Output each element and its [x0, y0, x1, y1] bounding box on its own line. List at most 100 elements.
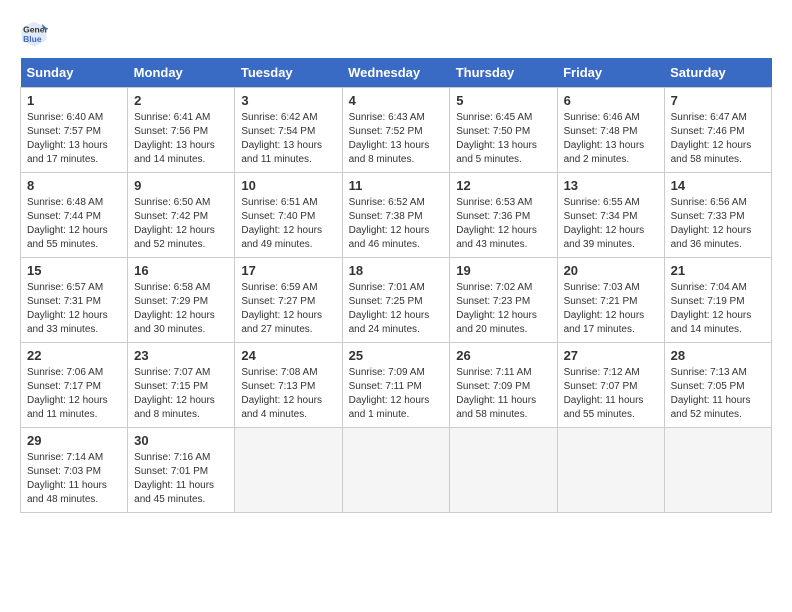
calendar-table: SundayMondayTuesdayWednesdayThursdayFrid… — [20, 58, 772, 513]
calendar-cell: 6 Sunrise: 6:46 AM Sunset: 7:48 PM Dayli… — [557, 88, 664, 173]
day-number: 11 — [349, 178, 444, 193]
day-info: Sunrise: 6:55 AM Sunset: 7:34 PM Dayligh… — [564, 196, 658, 252]
page-header: General Blue — [20, 20, 772, 48]
day-info: Sunrise: 6:41 AM Sunset: 7:56 PM Dayligh… — [134, 111, 228, 167]
calendar-week-4: 22 Sunrise: 7:06 AM Sunset: 7:17 PM Dayl… — [21, 343, 772, 428]
calendar-cell: 11 Sunrise: 6:52 AM Sunset: 7:38 PM Dayl… — [342, 173, 450, 258]
day-info: Sunrise: 6:46 AM Sunset: 7:48 PM Dayligh… — [564, 111, 658, 167]
day-number: 25 — [349, 348, 444, 363]
calendar-cell: 2 Sunrise: 6:41 AM Sunset: 7:56 PM Dayli… — [128, 88, 235, 173]
day-info: Sunrise: 6:50 AM Sunset: 7:42 PM Dayligh… — [134, 196, 228, 252]
day-number: 6 — [564, 93, 658, 108]
calendar-cell: 29 Sunrise: 7:14 AM Sunset: 7:03 PM Dayl… — [21, 428, 128, 513]
day-number: 1 — [27, 93, 121, 108]
day-number: 17 — [241, 263, 335, 278]
day-info: Sunrise: 7:02 AM Sunset: 7:23 PM Dayligh… — [456, 281, 550, 337]
day-info: Sunrise: 6:52 AM Sunset: 7:38 PM Dayligh… — [349, 196, 444, 252]
day-info: Sunrise: 6:56 AM Sunset: 7:33 PM Dayligh… — [671, 196, 765, 252]
calendar-cell: 21 Sunrise: 7:04 AM Sunset: 7:19 PM Dayl… — [664, 258, 771, 343]
calendar-week-3: 15 Sunrise: 6:57 AM Sunset: 7:31 PM Dayl… — [21, 258, 772, 343]
calendar-week-1: 1 Sunrise: 6:40 AM Sunset: 7:57 PM Dayli… — [21, 88, 772, 173]
calendar-cell: 7 Sunrise: 6:47 AM Sunset: 7:46 PM Dayli… — [664, 88, 771, 173]
day-info: Sunrise: 7:14 AM Sunset: 7:03 PM Dayligh… — [27, 451, 121, 507]
day-number: 29 — [27, 433, 121, 448]
logo: General Blue — [20, 20, 52, 48]
day-info: Sunrise: 6:58 AM Sunset: 7:29 PM Dayligh… — [134, 281, 228, 337]
day-number: 19 — [456, 263, 550, 278]
day-info: Sunrise: 7:01 AM Sunset: 7:25 PM Dayligh… — [349, 281, 444, 337]
calendar-cell: 15 Sunrise: 6:57 AM Sunset: 7:31 PM Dayl… — [21, 258, 128, 343]
day-info: Sunrise: 6:59 AM Sunset: 7:27 PM Dayligh… — [241, 281, 335, 337]
day-info: Sunrise: 7:06 AM Sunset: 7:17 PM Dayligh… — [27, 366, 121, 422]
calendar-cell: 27 Sunrise: 7:12 AM Sunset: 7:07 PM Dayl… — [557, 343, 664, 428]
day-number: 5 — [456, 93, 550, 108]
calendar-cell: 4 Sunrise: 6:43 AM Sunset: 7:52 PM Dayli… — [342, 88, 450, 173]
weekday-tuesday: Tuesday — [235, 58, 342, 88]
calendar-cell: 16 Sunrise: 6:58 AM Sunset: 7:29 PM Dayl… — [128, 258, 235, 343]
day-number: 7 — [671, 93, 765, 108]
calendar-cell: 22 Sunrise: 7:06 AM Sunset: 7:17 PM Dayl… — [21, 343, 128, 428]
day-number: 8 — [27, 178, 121, 193]
day-info: Sunrise: 6:48 AM Sunset: 7:44 PM Dayligh… — [27, 196, 121, 252]
calendar-cell: 19 Sunrise: 7:02 AM Sunset: 7:23 PM Dayl… — [450, 258, 557, 343]
calendar-cell — [664, 428, 771, 513]
day-info: Sunrise: 6:53 AM Sunset: 7:36 PM Dayligh… — [456, 196, 550, 252]
day-number: 27 — [564, 348, 658, 363]
calendar-cell: 10 Sunrise: 6:51 AM Sunset: 7:40 PM Dayl… — [235, 173, 342, 258]
day-info: Sunrise: 6:51 AM Sunset: 7:40 PM Dayligh… — [241, 196, 335, 252]
day-info: Sunrise: 6:40 AM Sunset: 7:57 PM Dayligh… — [27, 111, 121, 167]
day-info: Sunrise: 6:45 AM Sunset: 7:50 PM Dayligh… — [456, 111, 550, 167]
calendar-cell: 30 Sunrise: 7:16 AM Sunset: 7:01 PM Dayl… — [128, 428, 235, 513]
calendar-cell: 5 Sunrise: 6:45 AM Sunset: 7:50 PM Dayli… — [450, 88, 557, 173]
weekday-friday: Friday — [557, 58, 664, 88]
calendar-cell — [557, 428, 664, 513]
day-info: Sunrise: 6:47 AM Sunset: 7:46 PM Dayligh… — [671, 111, 765, 167]
day-number: 3 — [241, 93, 335, 108]
day-info: Sunrise: 7:16 AM Sunset: 7:01 PM Dayligh… — [134, 451, 228, 507]
day-info: Sunrise: 6:43 AM Sunset: 7:52 PM Dayligh… — [349, 111, 444, 167]
day-number: 4 — [349, 93, 444, 108]
calendar-cell: 18 Sunrise: 7:01 AM Sunset: 7:25 PM Dayl… — [342, 258, 450, 343]
day-number: 28 — [671, 348, 765, 363]
weekday-sunday: Sunday — [21, 58, 128, 88]
logo-icon: General Blue — [20, 20, 48, 48]
day-info: Sunrise: 7:08 AM Sunset: 7:13 PM Dayligh… — [241, 366, 335, 422]
day-info: Sunrise: 7:13 AM Sunset: 7:05 PM Dayligh… — [671, 366, 765, 422]
day-number: 14 — [671, 178, 765, 193]
day-info: Sunrise: 7:07 AM Sunset: 7:15 PM Dayligh… — [134, 366, 228, 422]
calendar-cell: 3 Sunrise: 6:42 AM Sunset: 7:54 PM Dayli… — [235, 88, 342, 173]
weekday-saturday: Saturday — [664, 58, 771, 88]
calendar-cell — [235, 428, 342, 513]
day-info: Sunrise: 6:42 AM Sunset: 7:54 PM Dayligh… — [241, 111, 335, 167]
day-number: 10 — [241, 178, 335, 193]
weekday-header-row: SundayMondayTuesdayWednesdayThursdayFrid… — [21, 58, 772, 88]
day-number: 9 — [134, 178, 228, 193]
day-info: Sunrise: 7:04 AM Sunset: 7:19 PM Dayligh… — [671, 281, 765, 337]
calendar-week-5: 29 Sunrise: 7:14 AM Sunset: 7:03 PM Dayl… — [21, 428, 772, 513]
calendar-cell: 17 Sunrise: 6:59 AM Sunset: 7:27 PM Dayl… — [235, 258, 342, 343]
day-number: 23 — [134, 348, 228, 363]
day-number: 18 — [349, 263, 444, 278]
weekday-thursday: Thursday — [450, 58, 557, 88]
day-info: Sunrise: 7:03 AM Sunset: 7:21 PM Dayligh… — [564, 281, 658, 337]
calendar-body: 1 Sunrise: 6:40 AM Sunset: 7:57 PM Dayli… — [21, 88, 772, 513]
day-number: 2 — [134, 93, 228, 108]
day-number: 12 — [456, 178, 550, 193]
calendar-cell: 23 Sunrise: 7:07 AM Sunset: 7:15 PM Dayl… — [128, 343, 235, 428]
calendar-cell: 13 Sunrise: 6:55 AM Sunset: 7:34 PM Dayl… — [557, 173, 664, 258]
svg-text:Blue: Blue — [23, 34, 42, 44]
calendar-cell: 9 Sunrise: 6:50 AM Sunset: 7:42 PM Dayli… — [128, 173, 235, 258]
day-number: 24 — [241, 348, 335, 363]
day-number: 13 — [564, 178, 658, 193]
calendar-cell: 24 Sunrise: 7:08 AM Sunset: 7:13 PM Dayl… — [235, 343, 342, 428]
calendar-cell: 26 Sunrise: 7:11 AM Sunset: 7:09 PM Dayl… — [450, 343, 557, 428]
day-info: Sunrise: 7:12 AM Sunset: 7:07 PM Dayligh… — [564, 366, 658, 422]
weekday-monday: Monday — [128, 58, 235, 88]
calendar-cell: 1 Sunrise: 6:40 AM Sunset: 7:57 PM Dayli… — [21, 88, 128, 173]
day-number: 20 — [564, 263, 658, 278]
day-number: 16 — [134, 263, 228, 278]
day-number: 15 — [27, 263, 121, 278]
day-number: 30 — [134, 433, 228, 448]
calendar-cell: 20 Sunrise: 7:03 AM Sunset: 7:21 PM Dayl… — [557, 258, 664, 343]
day-info: Sunrise: 7:09 AM Sunset: 7:11 PM Dayligh… — [349, 366, 444, 422]
